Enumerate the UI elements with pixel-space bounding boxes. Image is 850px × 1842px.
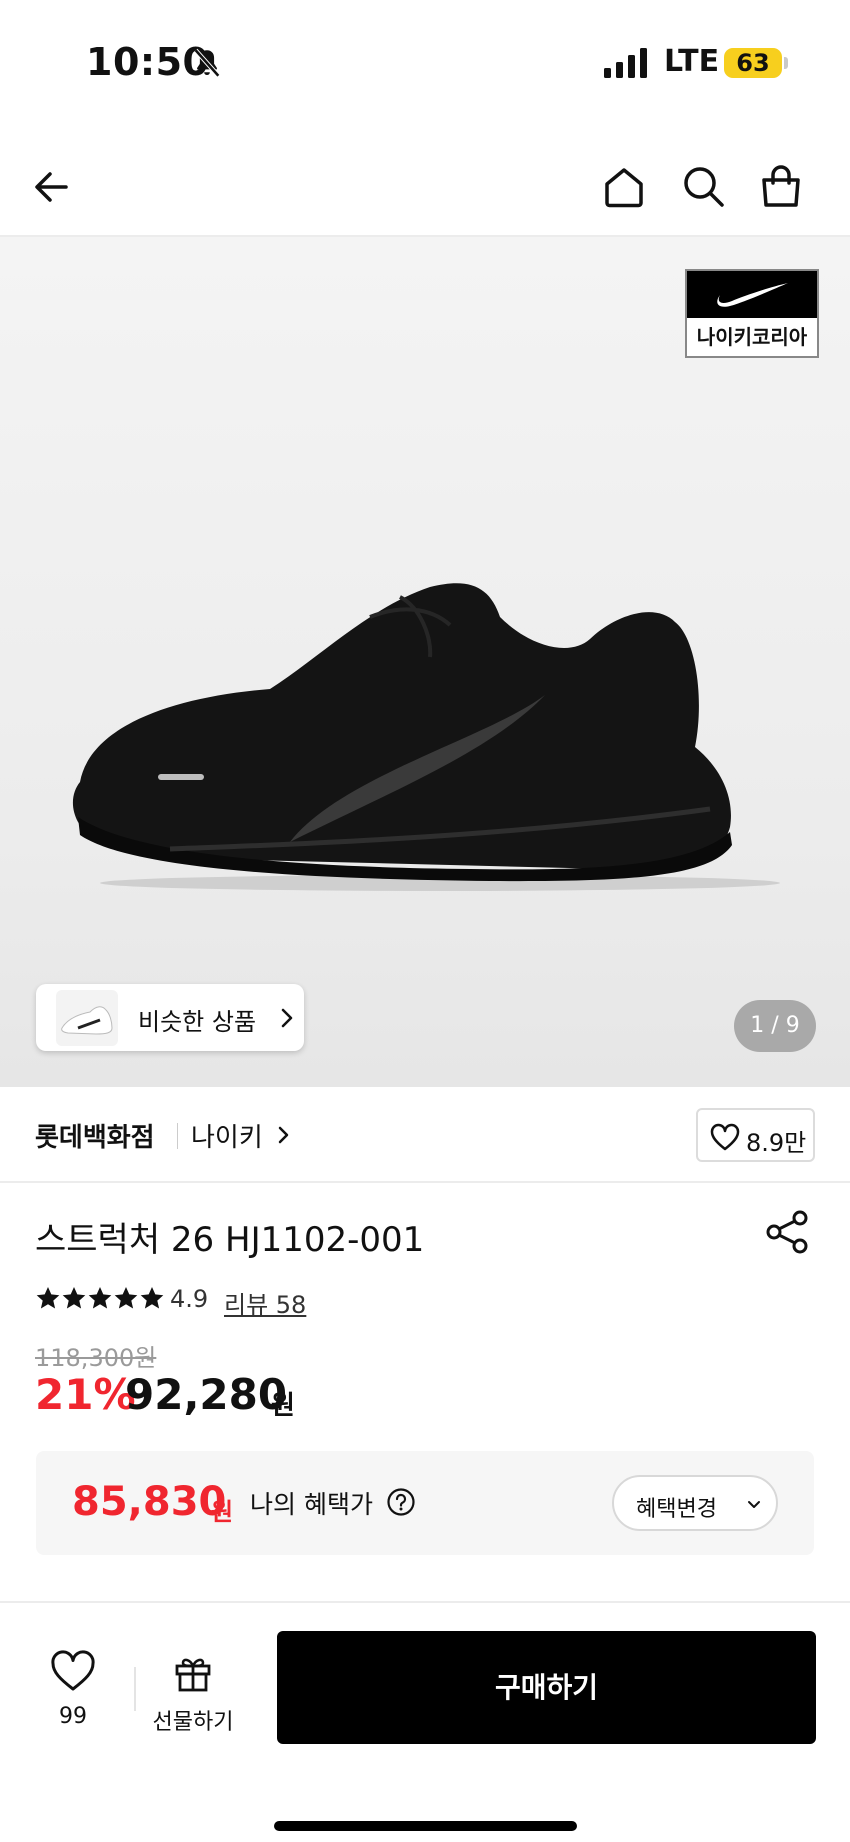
gift-icon[interactable] bbox=[173, 1653, 213, 1693]
original-price: 118,300원 bbox=[35, 1344, 157, 1372]
brand-badge: 나이키코리아 bbox=[685, 269, 819, 358]
product-image[interactable]: 나이키코리아 비슷한 상품 1 / 9 bbox=[0, 237, 850, 1087]
heart-icon[interactable] bbox=[50, 1650, 96, 1692]
battery-indicator: 63 bbox=[724, 48, 782, 78]
home-icon[interactable] bbox=[600, 163, 648, 211]
signal-icon bbox=[604, 48, 647, 78]
change-benefit-label: 혜택변경 bbox=[636, 1497, 717, 1522]
shoe-thumbnail-icon bbox=[61, 1006, 113, 1035]
back-arrow-icon[interactable] bbox=[28, 163, 76, 211]
divider bbox=[134, 1667, 136, 1711]
brand-badge-text: 나이키코리아 bbox=[696, 325, 808, 349]
divider bbox=[177, 1123, 178, 1149]
share-icon[interactable] bbox=[764, 1208, 812, 1256]
store-name[interactable]: 롯데백화점 bbox=[35, 1117, 155, 1154]
star-rating-icon bbox=[36, 1287, 164, 1309]
search-icon[interactable] bbox=[680, 163, 728, 211]
nav-bar bbox=[0, 125, 850, 237]
rating-value: 4.9 bbox=[170, 1285, 209, 1313]
sale-price-unit: 원 bbox=[271, 1391, 295, 1421]
benefit-price-unit: 원 bbox=[211, 1498, 234, 1526]
review-link[interactable]: 리뷰 58 bbox=[224, 1285, 306, 1320]
heart-icon bbox=[710, 1123, 740, 1151]
similar-products-button[interactable]: 비슷한 상품 bbox=[36, 984, 304, 1051]
store-row: 롯데백화점 나이키 8.9만 bbox=[0, 1087, 850, 1183]
shoe-image bbox=[72, 583, 780, 891]
chevron-right-icon bbox=[281, 1008, 293, 1028]
buy-button[interactable]: 구매하기 bbox=[277, 1631, 816, 1744]
similar-product-thumbnail bbox=[56, 990, 118, 1046]
benefit-price-box: 85,830 원 나의 혜택가 혜택변경 bbox=[36, 1451, 814, 1555]
product-title: 스트럭처 26 HJ1102-001 bbox=[35, 1220, 425, 1260]
status-bar: 10:50 LTE 63 bbox=[0, 0, 850, 125]
change-benefit-button[interactable]: 혜택변경 bbox=[612, 1475, 778, 1531]
discount-rate: 21% bbox=[35, 1370, 136, 1419]
wish-count: 99 bbox=[59, 1704, 87, 1729]
benefit-price: 85,830 bbox=[72, 1479, 227, 1525]
bell-off-icon bbox=[193, 48, 221, 78]
sale-price: 92,280 bbox=[125, 1370, 288, 1419]
like-button[interactable]: 8.9만 bbox=[696, 1108, 815, 1162]
brand-link[interactable]: 나이키 bbox=[191, 1117, 263, 1154]
bottom-action-bar: 99 선물하기 구매하기 bbox=[0, 1601, 850, 1842]
question-circle-icon[interactable] bbox=[386, 1487, 416, 1517]
gift-label[interactable]: 선물하기 bbox=[148, 1704, 238, 1736]
chevron-down-icon bbox=[748, 1501, 760, 1508]
home-indicator bbox=[274, 1821, 577, 1831]
similar-products-label: 비슷한 상품 bbox=[138, 1008, 257, 1036]
nike-swoosh-icon bbox=[717, 282, 788, 307]
like-count: 8.9만 bbox=[746, 1129, 807, 1157]
benefit-label: 나의 혜택가 bbox=[250, 1490, 373, 1519]
battery-tip bbox=[784, 57, 788, 69]
image-pager: 1 / 9 bbox=[734, 1000, 816, 1052]
chevron-right-icon[interactable] bbox=[276, 1123, 292, 1147]
network-type: LTE bbox=[664, 44, 720, 79]
shopping-bag-icon[interactable] bbox=[757, 163, 805, 211]
